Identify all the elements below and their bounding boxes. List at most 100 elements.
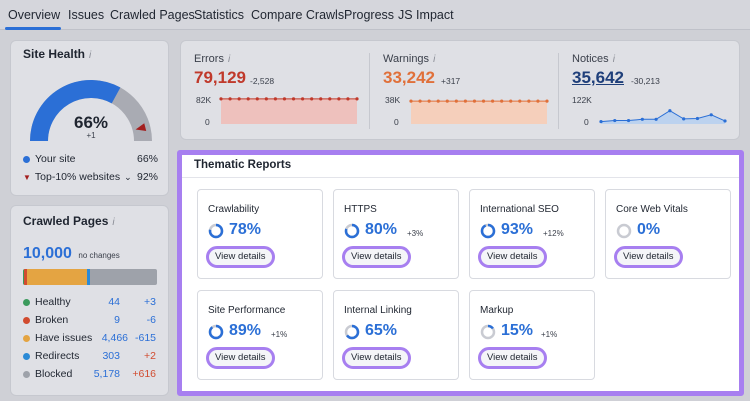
errors-axis-top: 82K [196,95,212,105]
blocked-count[interactable]: 5,178 [94,368,120,380]
site-health-card: Site Health i 66% +1 Your site 66% ▼ Top-1… [10,40,169,196]
sparkline-point [273,97,277,101]
blocked-delta: +616 [132,368,156,380]
report-card-markup[interactable]: Markup 15% +1% View details [469,290,595,380]
tab-js-impact[interactable]: JS Impact [398,8,454,22]
tab-progress[interactable]: Progress [344,8,394,22]
crawled-pages-title: Crawled Pages i [23,214,115,228]
metrics-card: Errors i 79,129 -2,528 82K 0 Warnings i 33… [180,40,740,140]
sparkline-point [454,99,458,103]
redirects-dot-icon [23,352,30,360]
top10-value: 92% [136,171,158,183]
sparkline-area [601,110,725,124]
sparkline-point [463,99,467,103]
report-name: International SEO [480,204,559,215]
notices-axis-top: 122K [572,95,592,105]
have-issues-dot-icon [23,334,30,342]
row-blocked[interactable]: Blocked [23,368,72,380]
view-details-button[interactable]: View details [614,246,683,268]
view-details-button[interactable]: View details [342,347,411,369]
tab-issues[interactable]: Issues [68,8,104,22]
progress-ring-icon [344,324,360,340]
have-issues-count[interactable]: 4,466 [102,332,128,344]
sparkline-point [599,119,603,124]
warnings-axis-bottom: 0 [394,117,399,127]
healthy-delta: +3 [144,296,156,308]
report-card-site-performance[interactable]: Site Performance 89% +1% View details [197,290,323,380]
warnings-value[interactable]: 33,242 [383,68,435,88]
report-percent: 89% [229,322,262,339]
sparkline-point [246,97,250,101]
report-card-international-seo[interactable]: International SEO 93% +12% View details [469,189,595,279]
report-delta: +3% [407,229,424,238]
sparkline-point [709,113,713,117]
active-tab-indicator [5,27,61,30]
divider [182,177,739,178]
info-icon[interactable]: i [613,54,615,65]
sparkline-point [668,109,672,113]
info-icon[interactable]: i [228,54,230,65]
legend-top10[interactable]: ▼ Top-10% websites ⌄ [23,171,132,183]
legend-your-site: Your site [23,153,75,165]
sparkline-point [527,99,531,103]
errors-label: Errors i [194,53,231,65]
tab-statistics[interactable]: Statistics [194,8,244,22]
report-card-internal-linking[interactable]: Internal Linking 65% View details [333,290,459,380]
ring-fill [480,223,496,239]
sparkline-point [228,97,232,101]
sparkline-point [640,117,644,121]
sparkline-point [346,97,350,101]
view-details-button[interactable]: View details [478,246,547,268]
report-card-core-web-vitals[interactable]: Core Web Vitals 0% View details [605,189,731,279]
report-percent: 78% [229,221,262,238]
info-icon[interactable]: i [433,54,435,65]
sparkline-point [427,99,431,103]
sparkline-point [472,99,477,103]
tab-overview[interactable]: Overview [8,8,60,22]
report-name: Crawlability [208,204,260,215]
broken-dot-icon [23,316,30,324]
thematic-reports-panel: Thematic Reports Crawlability 78% View d… [177,150,744,396]
view-details-button[interactable]: View details [206,246,275,268]
healthy-dot-icon [23,298,30,306]
crawled-total: 10,000 no changes [23,245,120,262]
have-issues-delta: -615 [134,332,156,344]
view-details-button[interactable]: View details [478,347,547,369]
divider [558,53,559,129]
sparkline-area [221,98,357,124]
notices-sparkline [599,109,727,124]
tab-crawled-pages[interactable]: Crawled Pages [110,8,195,22]
view-details-button[interactable]: View details [206,347,275,369]
report-card-crawlability[interactable]: Crawlability 78% View details [197,189,323,279]
info-icon[interactable]: i [89,50,91,61]
info-icon[interactable]: i [112,217,114,228]
redirects-delta: +2 [144,350,156,362]
healthy-count[interactable]: 44 [108,296,120,308]
broken-count[interactable]: 9 [114,314,120,326]
report-delta: +1% [271,330,288,339]
sparkline-point [282,97,287,101]
tab-compare-crawls[interactable]: Compare Crawls [251,8,344,22]
notices-label: Notices i [572,53,615,65]
sparkline-point [545,99,549,103]
row-redirects[interactable]: Redirects [23,350,79,362]
progress-ring-icon [616,223,632,239]
report-name: Core Web Vitals [616,204,688,215]
row-have-issues[interactable]: Have issues [23,332,92,344]
progress-ring-icon [208,223,224,239]
notices-value[interactable]: 35,642 [572,68,624,88]
row-healthy[interactable]: Healthy [23,296,71,308]
sparkline-point [255,97,259,101]
row-broken[interactable]: Broken [23,314,68,326]
site-health-delta: +1 [86,131,96,140]
progress-ring-icon [208,324,224,340]
chevron-down-icon[interactable]: ⌄ [124,172,132,182]
report-percent: 15% [501,322,534,339]
redirects-count[interactable]: 303 [102,350,120,362]
sparkline-point [237,97,241,101]
errors-value[interactable]: 79,129 [194,68,246,88]
broken-delta: -6 [146,314,156,326]
sparkline-point [355,97,359,101]
view-details-button[interactable]: View details [342,246,411,268]
report-card-https[interactable]: HTTPS 80% +3% View details [333,189,459,279]
